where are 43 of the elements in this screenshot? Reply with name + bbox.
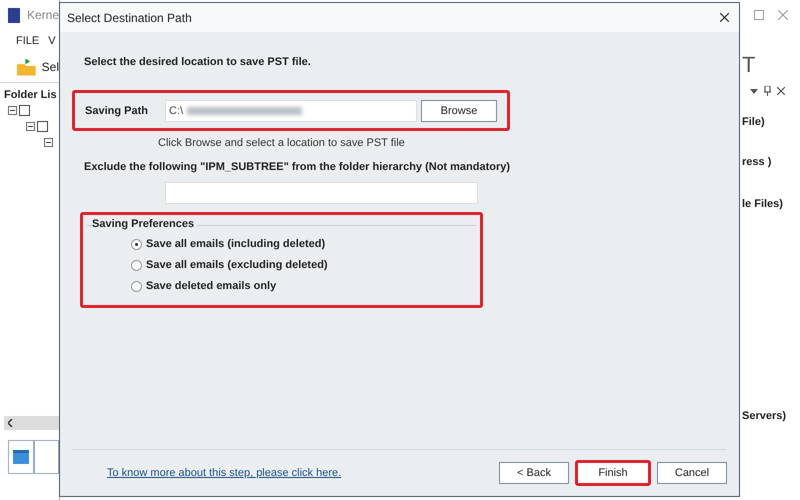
group-title: Saving Preferences [92,218,198,230]
menu-item[interactable]: V [48,35,56,47]
close-icon[interactable] [720,13,729,22]
option-label[interactable]: Save deleted emails only [146,280,276,292]
scroll-left-icon[interactable] [8,419,13,427]
radio-button[interactable] [131,280,142,292]
help-link[interactable]: To know more about this step, please click here. [107,467,342,479]
field-label: Exclude the following "IPM_SUBTREE" from the folder hierarchy (Not mandatory) [84,161,512,173]
folder-icon [16,57,37,77]
menu-item[interactable]: FILE [16,35,40,47]
browse-button[interactable]: Browse [421,100,497,122]
app-title: Kerne [26,8,59,22]
dialog-button[interactable]: Finish [575,460,651,486]
hint-text: Click Browse and select a location to save PST file [158,137,406,149]
close-icon[interactable] [777,87,785,95]
field-label: Saving Path [85,104,149,116]
collapse-icon[interactable] [26,122,35,130]
tree-checkbox[interactable] [37,120,48,132]
option-label[interactable]: Save all emails (excluding deleted) [146,259,328,271]
instruction-text: Select the desired location to save PST file. [84,56,312,68]
collapse-icon[interactable] [8,106,17,114]
heading-text: T [742,52,756,78]
panel-item[interactable]: ress ) [742,156,800,168]
calendar-tab[interactable] [8,440,34,474]
pin-icon[interactable] [764,86,771,96]
dialog-button[interactable]: Cancel [657,462,727,484]
exclude-field[interactable] [165,182,478,204]
calendar-icon [12,450,29,464]
radio-button[interactable] [131,260,142,270]
dialog-title: Select Destination Path [67,10,192,24]
panel-item[interactable]: File) [742,116,800,128]
option-label[interactable]: Save all emails (including deleted) [146,238,326,250]
dropdown-icon[interactable] [750,88,758,94]
tree-checkbox[interactable] [19,104,30,116]
radio-button[interactable] [131,238,142,250]
toolbar-button[interactable]: Sel [42,60,59,74]
maximize-icon[interactable] [754,10,764,20]
dialog-button[interactable]: < Back [499,462,569,484]
panel-item[interactable]: Servers) [742,410,800,422]
pane-title: Folder Lis [4,89,58,101]
path-field[interactable]: C:\ [165,100,417,122]
panel-item[interactable]: le Files) [742,198,800,210]
collapse-icon[interactable] [44,138,53,146]
